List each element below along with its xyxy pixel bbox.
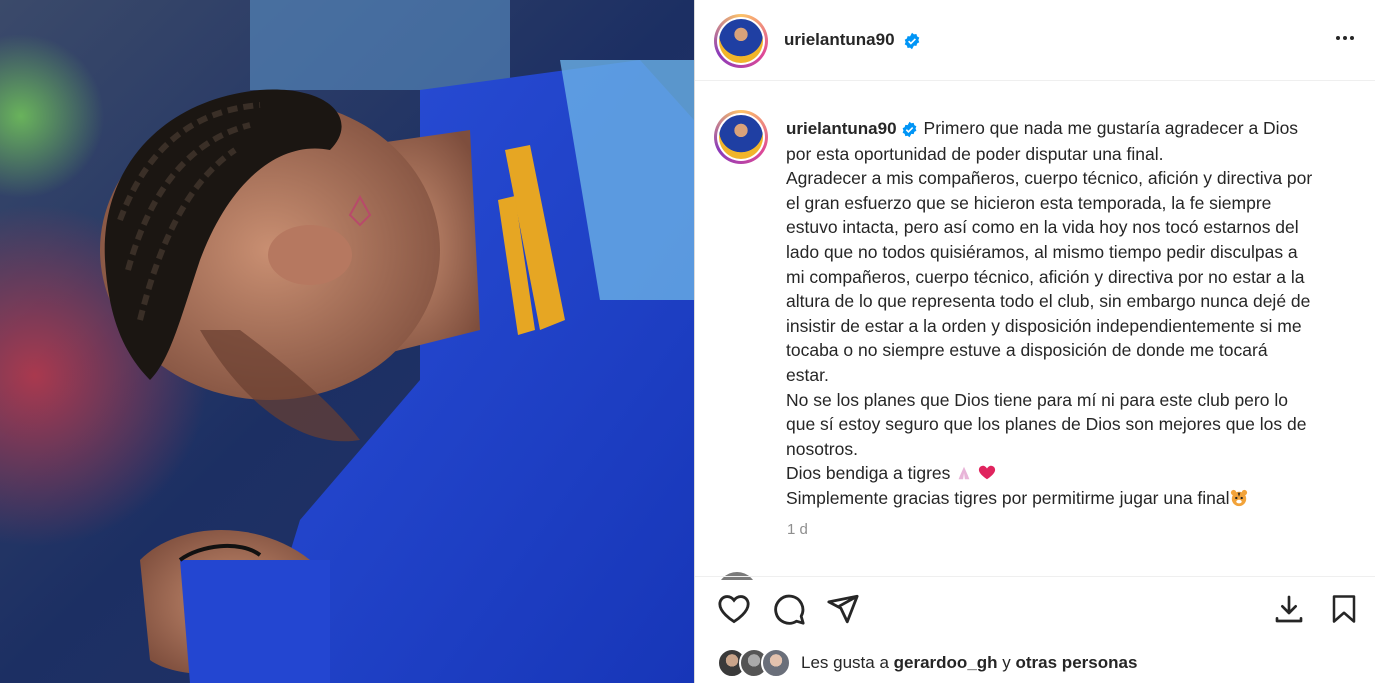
heart-icon[interactable] [717, 592, 751, 626]
header-username[interactable]: urielantuna90 [784, 30, 895, 49]
caption-avatar-image [719, 115, 763, 159]
caption-line: insistir de estar a la orden y disposici… [786, 315, 1302, 336]
post-photo [0, 0, 694, 683]
action-bar [695, 592, 1375, 632]
liker-username[interactable]: gerardoo_gh [894, 653, 998, 672]
send-icon[interactable] [826, 592, 860, 626]
caption-line: Primero que nada me gustaría agradecer a… [923, 118, 1299, 138]
bookmark-icon[interactable] [1329, 592, 1359, 626]
caption-line: Agradecer a mis compañeros, cuerpo técni… [786, 168, 1313, 189]
more-options-icon[interactable] [1333, 26, 1357, 50]
actions-divider [695, 576, 1375, 577]
caption-line: el gran esfuerzo que se hicieron esta te… [786, 192, 1272, 213]
caption-line: nosotros. [786, 438, 858, 459]
verified-badge-icon [904, 32, 920, 50]
caption-line: lado que no todos quisiéramos, al mismo … [786, 241, 1298, 262]
caption-line: Dios bendiga a tigres [786, 463, 951, 484]
avatar-image [719, 19, 763, 63]
caption-line: que sí estoy seguro que los planes de Di… [786, 414, 1307, 435]
caption-line: por esta oportunidad de poder disputar u… [786, 143, 1164, 164]
caption-line: Simplemente gracias tigres por permitirm… [786, 487, 1230, 508]
caption-line: No se los planes que Dios tiene para mí … [786, 389, 1288, 410]
verified-badge-icon [902, 121, 916, 138]
tiger-emoji-icon [1230, 489, 1247, 507]
likes-joiner: y [1002, 653, 1011, 672]
caption-username[interactable]: urielantuna90 [786, 119, 897, 138]
caption-line: altura de lo que representa todo el club… [786, 291, 1311, 312]
post-caption: urielantuna90 Primero que nada me gustarí… [786, 116, 1356, 511]
caption-line: estar. [786, 364, 829, 385]
heart-emoji-icon [979, 466, 996, 480]
post-detail-panel: urielantuna90 urielantuna90 Primero que n… [694, 0, 1375, 683]
caption-line: tocaba o no siempre estuve a disposición… [786, 340, 1268, 361]
download-icon[interactable] [1273, 592, 1305, 626]
likes-summary: Les gusta a gerardoo_gh y otras personas [717, 648, 1137, 678]
comment-icon[interactable] [772, 592, 806, 626]
caption-line: estuvo intacta, pero así como en la vida… [786, 217, 1299, 238]
likes-prefix: Les gusta a [801, 653, 889, 672]
post-timestamp[interactable]: 1 d [787, 521, 808, 538]
likes-others-link[interactable]: otras personas [1016, 653, 1138, 672]
praying-hands-icon [958, 467, 970, 480]
post-header: urielantuna90 [695, 0, 1375, 81]
liker-avatar[interactable] [761, 648, 791, 678]
caption-line: mi compañeros, cuerpo técnico, afición y… [786, 266, 1305, 287]
